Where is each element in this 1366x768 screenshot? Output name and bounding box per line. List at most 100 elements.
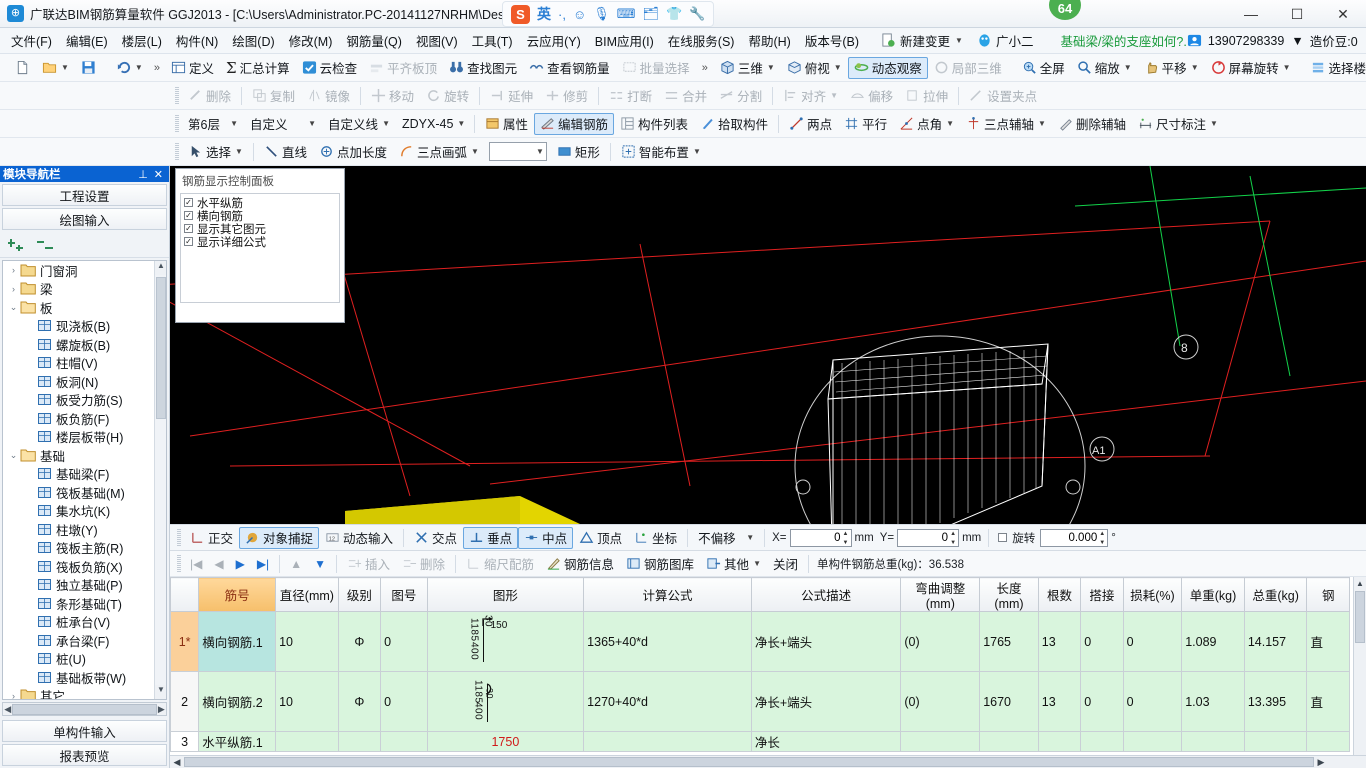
toolbox-icon[interactable]: 🗂 [643,6,660,22]
category-chevron-down-icon[interactable]: ▼ [308,119,316,128]
three-point-axis-button[interactable]: 三点辅轴 ▼ [960,113,1052,135]
tree-node[interactable]: 承台梁(F) [3,631,154,650]
col-formula[interactable]: 计算公式 [583,577,752,612]
menu-item-tools[interactable]: 工具(T) [465,28,520,53]
prev-record-button[interactable]: ◀ [208,553,229,575]
table-row[interactable]: 1* 横向钢筋.1 10 Φ 0 1185 400 30 150 1365+40… [170,611,1350,672]
ime-toolbar[interactable]: S 英 ·, ☺ 🎙 ⌨ 🗂 👕 🔧 [502,1,715,27]
drawing-input-button[interactable]: 绘图输入 [2,208,167,230]
checkbox-transverse-rebar[interactable]: ✓ [184,211,193,220]
cell-length[interactable]: 1670 [979,671,1039,732]
vertex-snap-button[interactable]: 顶点 [573,527,628,549]
tree-horizontal-scrollbar[interactable]: ◀ ▶ [2,702,167,716]
cell-extra[interactable]: 直 [1306,671,1350,732]
tree-scroll-down-icon[interactable]: ▼ [155,685,166,699]
tree-scroll-up-icon[interactable]: ▲ [155,261,166,275]
smart-layout-chevron-down-icon[interactable]: ▼ [693,147,701,156]
next-record-button[interactable]: ▶ [230,553,251,575]
align-slab-top-button[interactable]: 平齐板顶 [363,57,443,79]
checkbox-show-detail-formula[interactable]: ✓ [184,237,193,246]
col-extra[interactable]: 钢 [1306,577,1350,612]
menu-item-help[interactable]: 帮助(H) [741,28,797,53]
perpendicular-snap-button[interactable]: 垂点 [463,526,519,549]
split-button[interactable]: 分割 [713,85,768,107]
top-view-button[interactable]: 俯视 ▼ [781,57,848,79]
parallel-button[interactable]: 平行 [838,113,893,135]
properties-button[interactable]: 属性 [479,113,534,135]
tree-node[interactable]: 独立基础(P) [3,576,154,595]
menu-item-file[interactable]: 文件(F) [4,28,59,53]
checkbox-horizontal-longitudinal[interactable]: ✓ [184,198,193,207]
batch-select-button[interactable]: 批量选择 [616,57,696,79]
dimension-button[interactable]: 尺寸标注 ▼ [1132,113,1224,135]
new-change-button[interactable]: 新建变更 ▼ [874,28,970,53]
cell-extra[interactable]: 直 [1306,611,1350,672]
insert-row-button[interactable]: 插入 [341,553,396,575]
cell-figure-no[interactable] [380,731,428,752]
cell-formula-desc[interactable]: 净长 [750,731,902,752]
col-count[interactable]: 根数 [1037,577,1082,612]
offset-button[interactable]: 偏移 [844,85,899,107]
rebar-info-button[interactable]: 钢筋信息 [540,553,620,575]
cell-grade[interactable] [337,731,382,752]
rotate-stepper[interactable]: ▲ ▼ [1098,531,1106,546]
cell-figure[interactable]: 1185 400 30 150 [426,611,585,672]
open-file-button[interactable]: ▼ [36,57,75,79]
save-button[interactable] [75,57,102,79]
cell-length[interactable] [979,731,1039,752]
cell-figure-no[interactable]: 0 [380,611,428,672]
rotate-checkbox[interactable] [998,533,1008,542]
wrench-icon[interactable]: 🔧 [689,6,705,22]
cell-lap[interactable]: 0 [1080,611,1124,672]
three-d-chevron-down-icon[interactable]: ▼ [767,63,775,72]
cell-unit-weight[interactable] [1181,731,1245,752]
point-length-button[interactable]: 点加长度 [313,141,393,163]
window-controls[interactable]: — ☐ ✕ [1228,0,1366,28]
ime-lang-label[interactable]: 英 [537,4,551,24]
col-figure[interactable]: 图形 [426,577,585,612]
table-scroll-up-icon[interactable]: ▲ [1354,577,1366,591]
pan-chevron-down-icon[interactable]: ▼ [1191,63,1199,72]
floor-chevron-down-icon[interactable]: ▼ [230,119,238,128]
menu-item-draw[interactable]: 绘图(D) [225,28,281,53]
tree-node[interactable]: ⌄ 基础 [3,446,154,465]
y-input[interactable]: 0 ▲ ▼ [897,528,960,547]
three-point-arc-chevron-down-icon[interactable]: ▼ [471,147,479,156]
col-total-weight[interactable]: 总重(kg) [1243,577,1308,612]
member-toolbar-grip[interactable] [175,114,179,133]
snap-grip[interactable] [177,528,181,547]
pick-member-button[interactable]: 拾取构件 [694,113,774,135]
top-view-chevron-down-icon[interactable]: ▼ [834,63,842,72]
menu-item-bim[interactable]: BIM应用(I) [588,28,661,53]
tree-hscroll-thumb[interactable] [12,703,157,715]
undo-chevron-down-icon[interactable]: ▼ [135,63,143,72]
extend-button[interactable]: 延伸 [484,85,539,107]
tree-scroll-right-icon[interactable]: ▶ [157,704,166,715]
cell-formula[interactable]: 1365+40*d [583,611,752,672]
table-horizontal-scrollbar[interactable]: ◀ ▶ [170,755,1366,768]
cell-rebar-no[interactable]: 水平纵筋.1 [198,731,277,752]
tree-twisty-icon[interactable]: ⌄ [7,302,20,313]
close-icon[interactable]: ✕ [151,168,166,181]
tree-node[interactable]: 基础梁(F) [3,465,154,484]
tree-node[interactable]: 筏板负筋(X) [3,557,154,576]
toolbar1-overflow-mid[interactable]: » [696,62,714,74]
tree-twisty-icon[interactable]: › [7,265,20,275]
cell-diameter[interactable]: 10 [275,671,339,732]
cell-loss[interactable]: 0 [1122,671,1183,732]
module-tree[interactable]: › 门窗洞 › 梁 ⌄ 板现浇板(B) 螺旋板(B) 柱帽(V) 板洞(N) 板受力筋(S) 板负筋… [2,260,167,700]
scale-rebar-button[interactable]: 缩尺配筋 [460,553,540,575]
cell-grade[interactable]: Φ [337,611,382,672]
type-selector[interactable]: 自定义线 ▼ [322,113,396,135]
tree-node[interactable]: 板受力筋(S) [3,391,154,410]
rebar-library-button[interactable]: 钢筋图库 [620,553,700,575]
x-input[interactable]: 0 ▲ ▼ [789,528,852,547]
trim-button[interactable]: 修剪 [539,85,594,107]
cell-diameter[interactable] [275,731,339,752]
type-chevron-down-icon[interactable]: ▼ [382,119,390,128]
open-chevron-down-icon[interactable]: ▼ [61,63,69,72]
pin-icon[interactable]: ⊥ [135,168,151,181]
x-stepper[interactable]: ▲ ▼ [842,531,850,546]
rectangle-tool-button[interactable]: 矩形 [551,141,606,163]
find-element-button[interactable]: 查找图元 [443,57,523,79]
